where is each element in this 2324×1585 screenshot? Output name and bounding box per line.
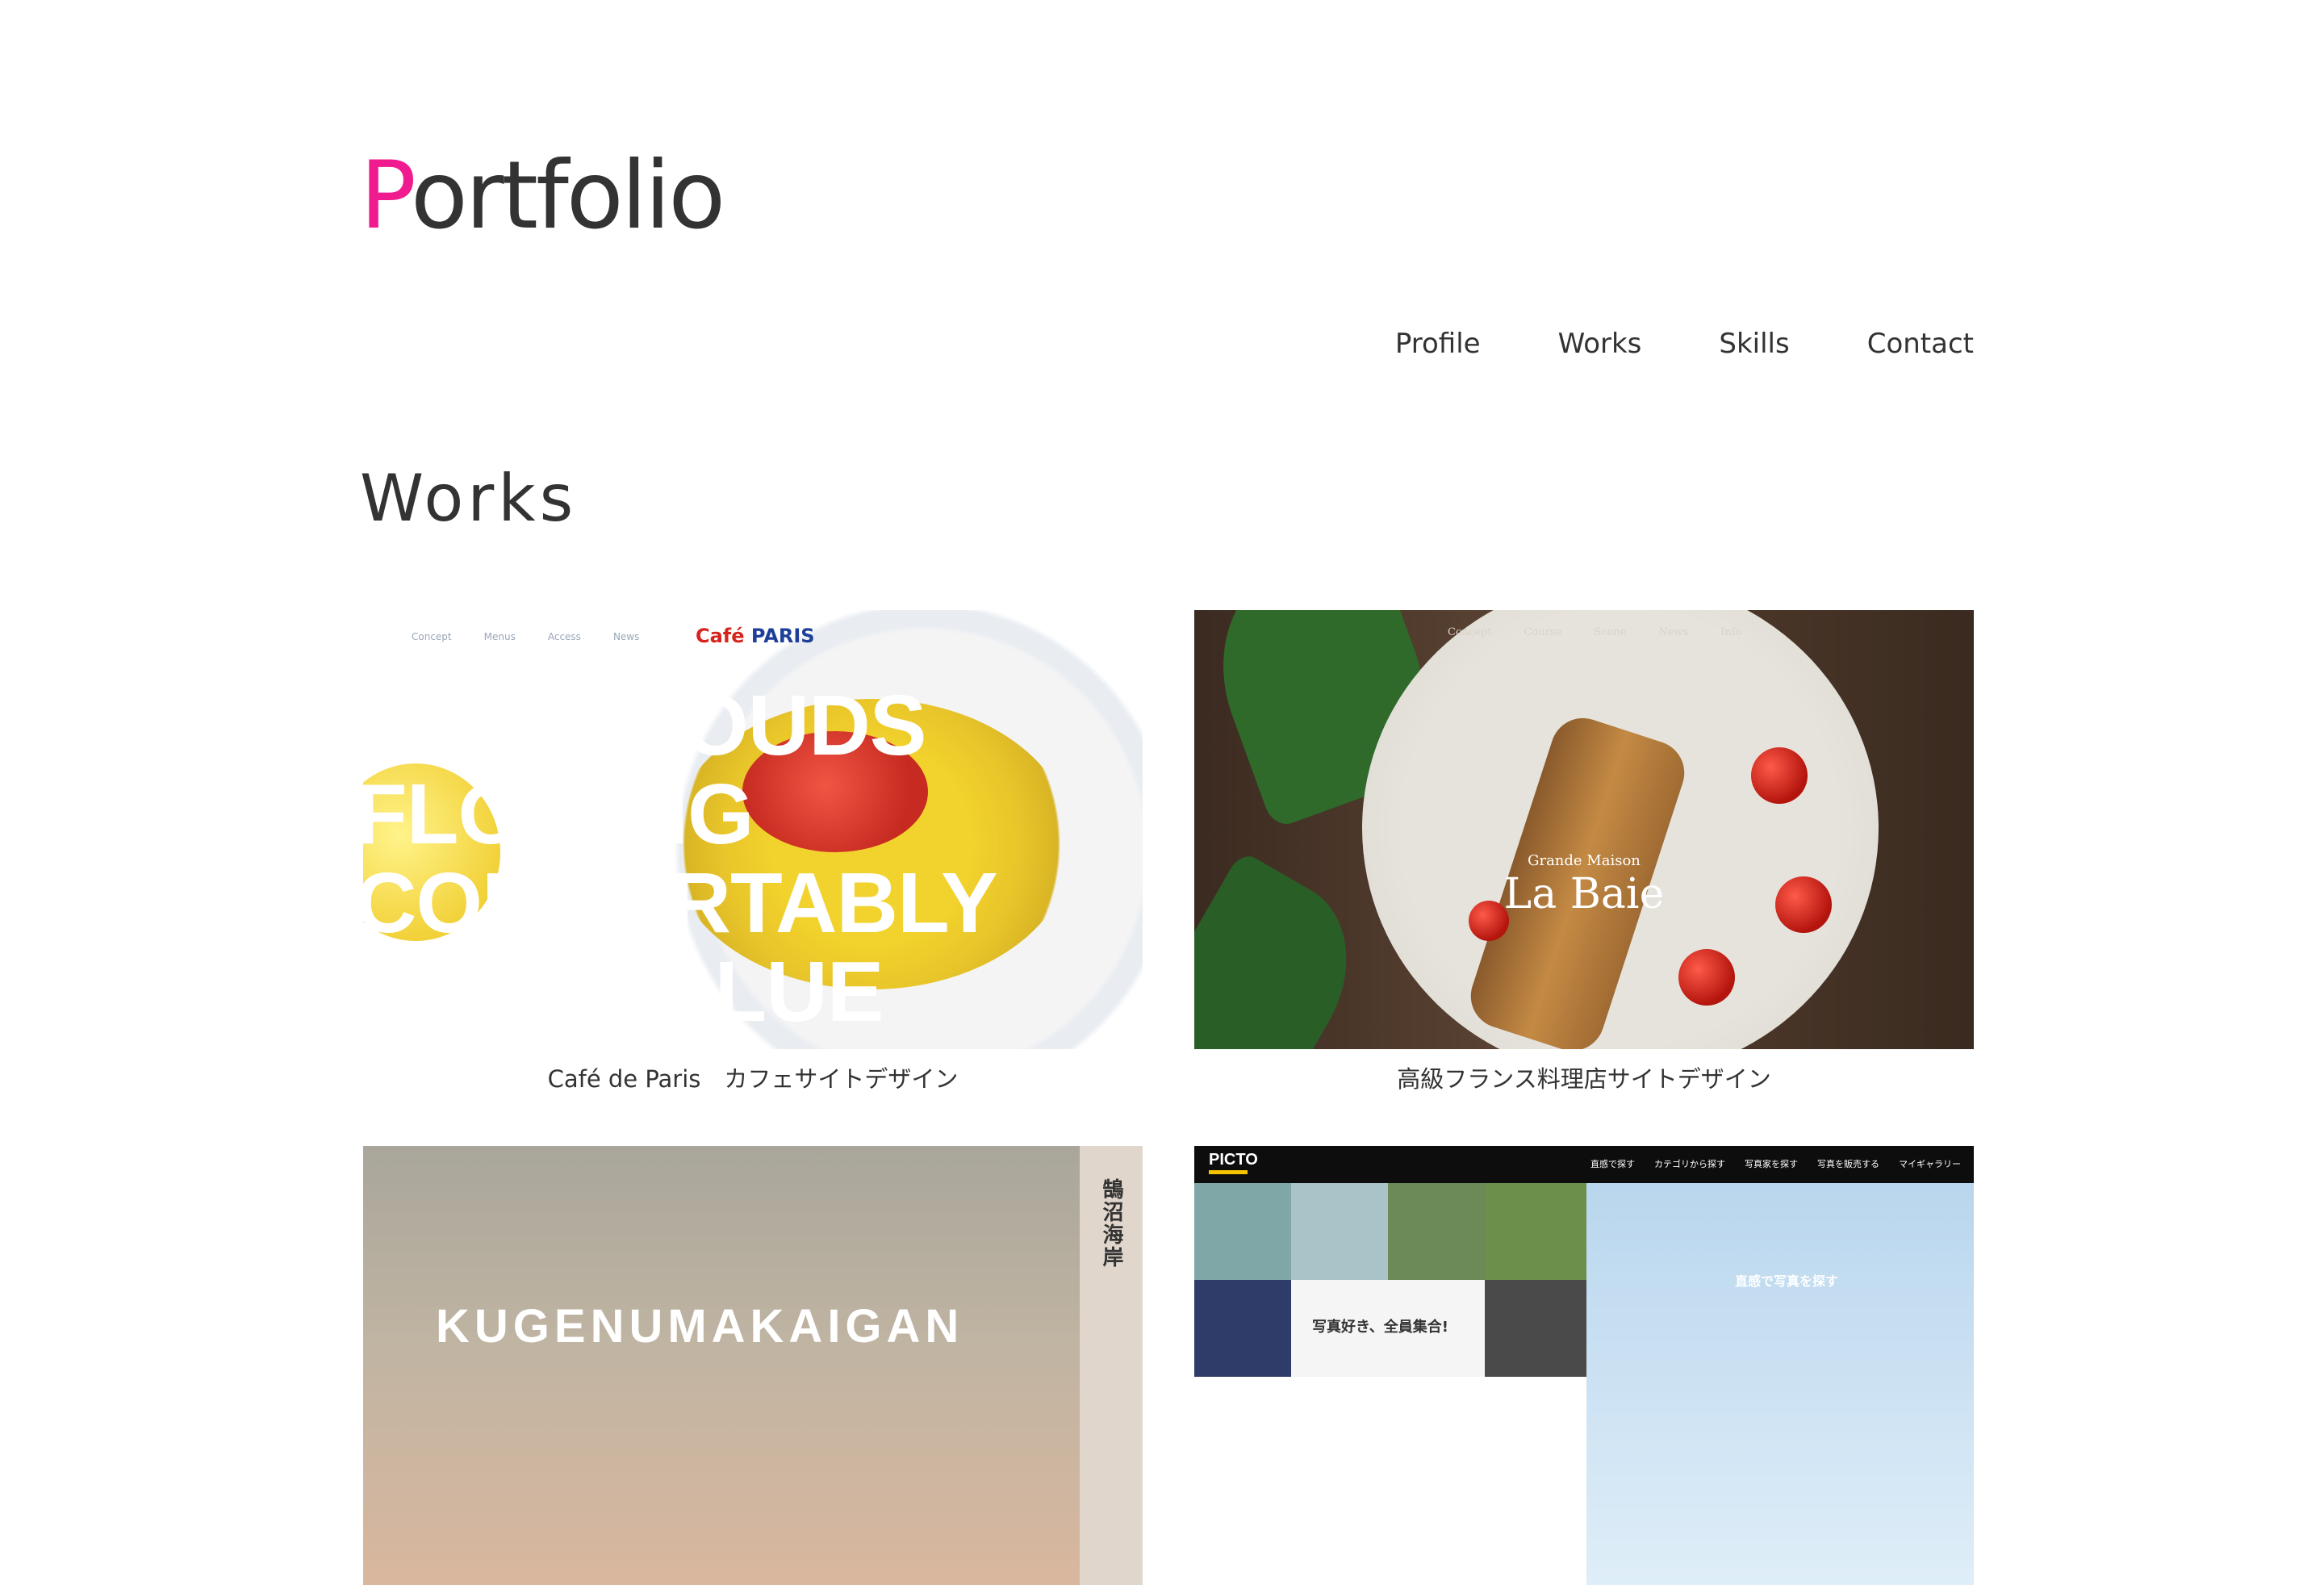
- thumb-nav-item: Concept: [1448, 626, 1492, 638]
- work-caption-french: 高級フランス料理店サイトデザイン: [1397, 1065, 1771, 1093]
- headline-line: FLOWING: [363, 767, 754, 862]
- work-card-french[interactable]: Concept Course Scene News Info Grande Ma…: [1194, 610, 1974, 1094]
- ferris-wheel-image: [1586, 1183, 1974, 1585]
- picto-menu-item: 直感で探す: [1590, 1159, 1635, 1169]
- thumb-nav: Concept Menus Access News: [412, 631, 639, 642]
- restaurant-brand-title: La Baie: [1503, 870, 1665, 918]
- picto-menu-item: カテゴリから探す: [1654, 1159, 1725, 1169]
- headline-line: LIKE CLOUDS: [363, 678, 926, 773]
- work-thumbnail-cafe[interactable]: Concept Menus Access News Café PARIS LIK…: [363, 610, 1143, 1049]
- photo-tile: [1194, 1183, 1291, 1280]
- thumb-nav-item: Scene: [1594, 626, 1627, 638]
- tomato-image: [1751, 747, 1808, 804]
- picto-menu-item: 写真家を探す: [1745, 1159, 1798, 1169]
- nav-item-profile[interactable]: Profile: [1395, 328, 1481, 360]
- headline-line: IN THE BLUE: [363, 944, 884, 1039]
- picto-menu-item: マイギャラリー: [1899, 1159, 1961, 1169]
- photo-tile: [1291, 1183, 1388, 1280]
- main-nav: Profile Works Skills Contact: [1395, 321, 1974, 366]
- thumb-nav-item: Info: [1720, 626, 1742, 638]
- work-thumbnail-picto[interactable]: PICTO 直感で探す カテゴリから探す 写真家を探す 写真を販売する マイギャ…: [1194, 1146, 1974, 1585]
- picto-tagline: 写真好き、全員集合!: [1312, 1319, 1448, 1336]
- photo-tile: [1485, 1183, 1586, 1280]
- work-card-kugenuma[interactable]: 鵠沼海岸 KUGENUMAKAIGAN: [363, 1146, 1143, 1585]
- intuitive-search-text: 直感で写真を探す: [1735, 1273, 1839, 1289]
- restaurant-brand-subtitle: Grande Maison: [1528, 852, 1641, 869]
- kugenuma-headline: KUGENUMAKAIGAN: [436, 1300, 964, 1353]
- thumb-nav-item: Course: [1524, 626, 1562, 638]
- brand-part-a: Café: [696, 625, 745, 647]
- brand-part-b: PARIS: [750, 625, 815, 647]
- thumb-nav-item: Menus: [483, 631, 516, 642]
- cafe-brand-logo: Café PARIS: [696, 625, 815, 647]
- works-section-title: Works: [360, 461, 578, 536]
- nav-item-contact[interactable]: Contact: [1867, 328, 1974, 360]
- headline-line: COMFORTABLY: [363, 855, 998, 951]
- work-caption-cafe: Café de Paris カフェサイトデザイン: [547, 1065, 959, 1093]
- thumb-nav: Concept Course Scene News Info: [1448, 626, 1741, 638]
- thumb-nav-item: News: [612, 631, 640, 642]
- photo-tile: [1388, 1183, 1485, 1280]
- vertical-title: 鵠沼海岸: [1099, 1178, 1123, 1269]
- work-card-cafe[interactable]: Concept Menus Access News Café PARIS LIK…: [363, 610, 1143, 1094]
- picto-logo: PICTO: [1209, 1151, 1258, 1169]
- thumb-nav-item: Concept: [412, 631, 452, 642]
- work-card-picto[interactable]: PICTO 直感で探す カテゴリから探す 写真家を探す 写真を販売する マイギャ…: [1194, 1146, 1974, 1585]
- site-logo[interactable]: Portfolio: [360, 141, 725, 250]
- nav-item-works[interactable]: Works: [1558, 328, 1642, 360]
- work-thumbnail-kugenuma[interactable]: 鵠沼海岸 KUGENUMAKAIGAN: [363, 1146, 1143, 1585]
- picto-menu-item: 写真を販売する: [1817, 1159, 1879, 1169]
- thumb-nav-item: Access: [547, 631, 581, 642]
- picto-menu: 直感で探す カテゴリから探す 写真家を探す 写真を販売する マイギャラリー: [1590, 1157, 1961, 1170]
- logo-text: ortfolio: [410, 141, 725, 250]
- photo-tile: [1485, 1280, 1586, 1377]
- photo-tile: [1194, 1280, 1291, 1377]
- nav-item-skills[interactable]: Skills: [1719, 328, 1789, 360]
- tomato-image: [1678, 949, 1735, 1006]
- cafe-headline: LIKE CLOUDS FLOWING COMFORTABLY IN THE B…: [363, 681, 1081, 1036]
- work-thumbnail-french[interactable]: Concept Course Scene News Info Grande Ma…: [1194, 610, 1974, 1049]
- thumb-nav-item: News: [1658, 626, 1689, 638]
- logo-accent-letter: P: [360, 141, 413, 250]
- picto-logo-underline: [1209, 1170, 1248, 1174]
